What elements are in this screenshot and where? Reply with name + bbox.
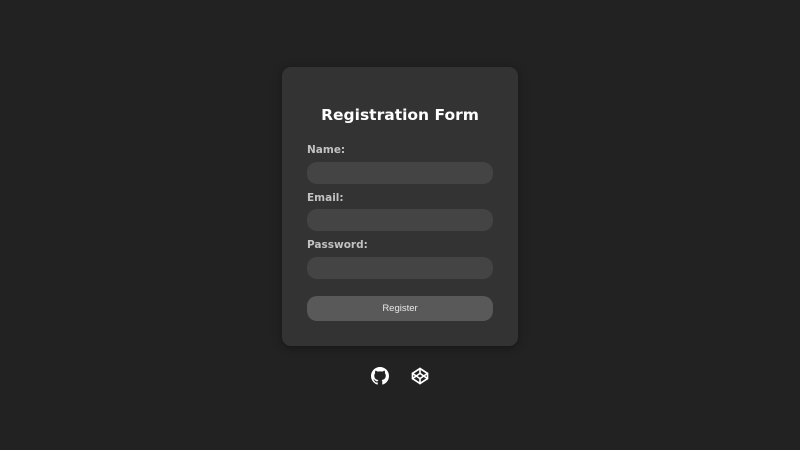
form-title: Registration Form	[321, 106, 479, 124]
codepen-link[interactable]	[411, 367, 429, 385]
register-button[interactable]: Register	[307, 296, 493, 321]
password-input[interactable]	[307, 257, 493, 279]
name-label: Name:	[307, 144, 346, 156]
github-icon	[371, 367, 389, 385]
codepen-icon	[411, 367, 429, 385]
password-label: Password:	[307, 239, 368, 251]
email-input[interactable]	[307, 209, 493, 231]
email-label: Email:	[307, 192, 344, 204]
name-input[interactable]	[307, 162, 493, 184]
github-link[interactable]	[371, 367, 389, 385]
